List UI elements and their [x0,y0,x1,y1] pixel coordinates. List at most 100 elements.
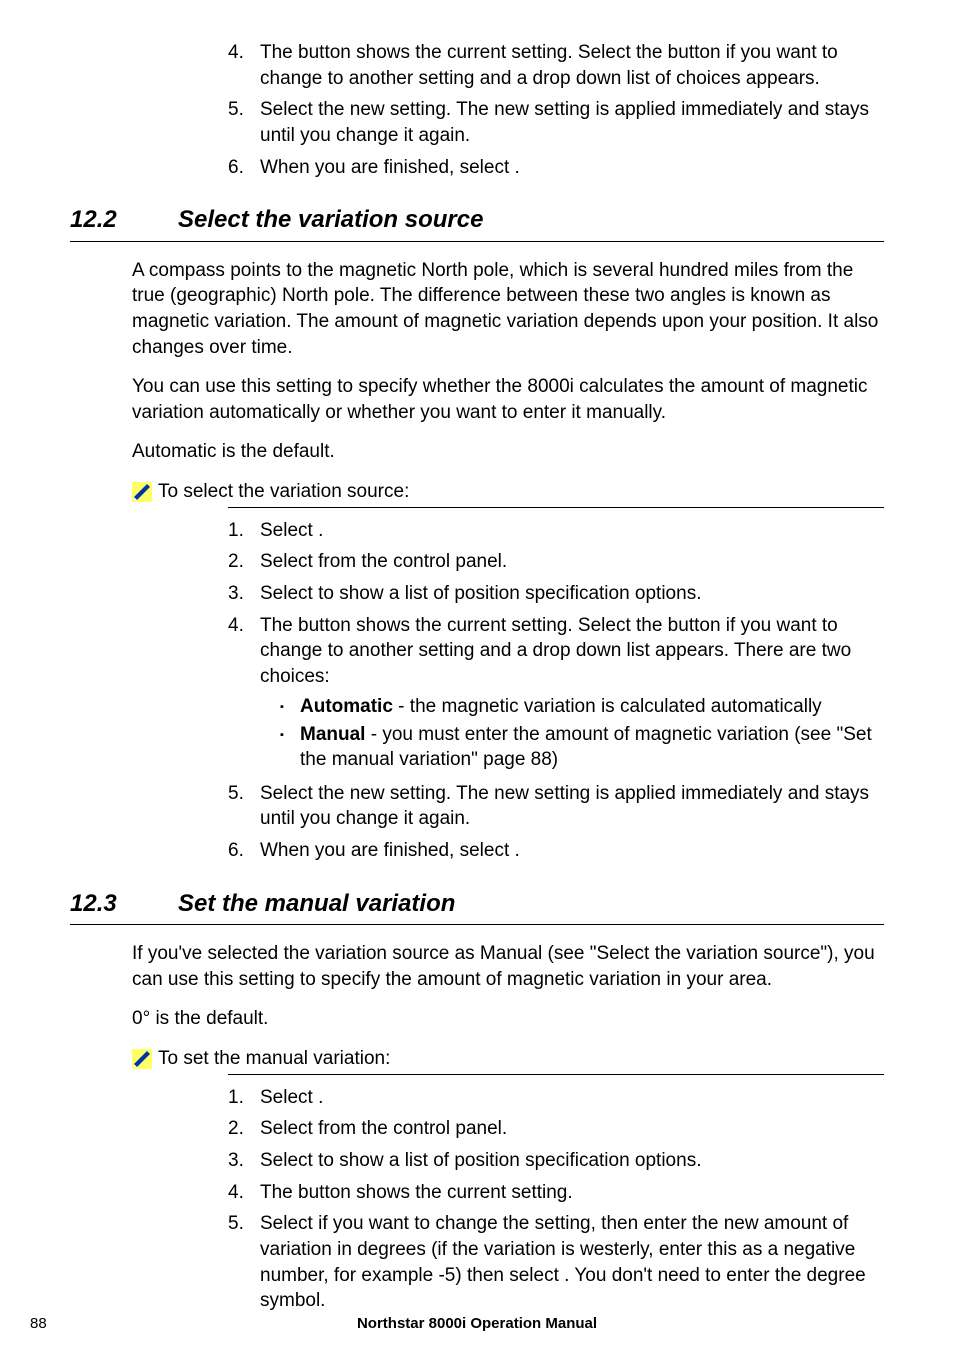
text-fragment: The [260,42,298,63]
sub-bullet-item: ▪ Manual - you must enter the amount of … [280,722,884,773]
list-item: 2. Select from the control panel. [228,549,884,575]
list-text: When you are finished, select . [260,838,884,864]
text-fragment: button shows the current setting. [298,1182,573,1203]
list-text: Select from the control panel. [260,549,884,575]
sub-bullet-item: ▪ Automatic - the magnetic variation is … [280,694,884,720]
list-item: 3. Select to show a list of position spe… [228,1148,884,1174]
procedure-label: To select the variation source: [158,479,409,505]
text-fragment: button shows the current setting. Select… [260,615,851,687]
list-item: 5. Select the new setting. The new setti… [228,97,884,148]
body-paragraph: Automatic is the default. [132,439,884,465]
bullet-mark: ▪ [280,694,300,720]
list-text: Select . [260,1085,884,1111]
list-item: 6. When you are finished, select . [228,838,884,864]
text-fragment: from the control panel. [318,551,507,572]
list-number: 3. [228,1148,260,1174]
section-number: 12.3 [70,888,178,920]
ordered-list: 1. Select . 2. Select from the control p… [228,1085,884,1314]
procedure-rule [228,1074,884,1075]
list-item: 1. Select . [228,518,884,544]
text-fragment: Select [260,1087,318,1108]
list-item: 6. When you are finished, select . [228,155,884,181]
text-fragment: . [318,1087,323,1108]
text-fragment: Select [260,1118,318,1139]
pencil-icon [132,1049,152,1069]
page-number: 88 [30,1314,47,1334]
procedure-rule [228,507,884,508]
sub-bullet-list: ▪ Automatic - the magnetic variation is … [260,694,884,773]
section-number: 12.2 [70,204,178,236]
ordered-list: 1. Select . 2. Select from the control p… [228,518,884,864]
list-number: 5. [228,1211,260,1314]
bullet-text: Manual - you must enter the amount of ma… [300,722,884,773]
body-paragraph: A compass points to the magnetic North p… [132,258,884,361]
procedure-label: To set the manual variation: [158,1046,390,1072]
list-text: The button shows the current setting. Se… [260,40,884,91]
list-item: 5. Select the new setting. The new setti… [228,781,884,832]
list-text: Select to show a list of position specif… [260,581,884,607]
list-number: 5. [228,781,260,832]
body-paragraph: 0° is the default. [132,1006,884,1032]
list-text: The button shows the current setting. [260,1180,884,1206]
page-footer: 88 Northstar 8000i Operation Manual [0,1314,954,1334]
text-fragment: button shows the current setting. Select… [260,42,838,89]
bold-term: Automatic [300,696,393,717]
text-fragment: The [260,1182,298,1203]
procedure-heading: To select the variation source: [132,479,884,505]
list-item: 3. Select to show a list of position spe… [228,581,884,607]
list-text: Select the new setting. The new setting … [260,97,884,148]
text-fragment: When you are finished, select [260,157,515,178]
text-fragment: Select [260,1213,318,1234]
text-fragment: When you are finished, select [260,840,515,861]
list-number: 4. [228,40,260,91]
list-item: 5. Select if you want to change the sett… [228,1211,884,1314]
list-number: 2. [228,1116,260,1142]
text-fragment: Select [260,1150,318,1171]
ordered-list-continuation: 4. The button shows the current setting.… [228,40,884,180]
list-number: 1. [228,1085,260,1111]
text-fragment: . [515,157,520,178]
list-number: 2. [228,549,260,575]
section-heading: 12.3 Set the manual variation [70,888,884,920]
procedure-heading: To set the manual variation: [132,1046,884,1072]
list-number: 1. [228,518,260,544]
text-fragment: Select [260,551,318,572]
list-number: 4. [228,613,260,775]
list-item: 4. The button shows the current setting.… [228,40,884,91]
list-text: The button shows the current setting. Se… [260,613,884,775]
section-rule [70,924,884,925]
text-fragment: . [515,840,520,861]
list-item: 4. The button shows the current setting. [228,1180,884,1206]
text-fragment: - the magnetic variation is calculated a… [393,696,822,717]
list-text: Select . [260,518,884,544]
bullet-mark: ▪ [280,722,300,773]
body-paragraph: You can use this setting to specify whet… [132,374,884,425]
text-fragment: to show a list of position specification… [318,583,701,604]
section-rule [70,241,884,242]
list-number: 5. [228,97,260,148]
list-text: When you are finished, select . [260,155,884,181]
list-text: Select the new setting. The new setting … [260,781,884,832]
footer-title: Northstar 8000i Operation Manual [357,1314,597,1334]
bold-term: Manual [300,724,365,745]
body-paragraph: If you've selected the variation source … [132,941,884,992]
text-fragment: to show a list of position specification… [318,1150,701,1171]
text-fragment: - you must enter the amount of magnetic … [300,724,872,771]
list-text: Select from the control panel. [260,1116,884,1142]
list-item: 4. The button shows the current setting.… [228,613,884,775]
text-fragment: Select [260,520,318,541]
section-title: Set the manual variation [178,888,455,920]
list-text: Select if you want to change the setting… [260,1211,884,1314]
text-fragment: from the control panel. [318,1118,507,1139]
section-heading: 12.2 Select the variation source [70,204,884,236]
list-text: Select to show a list of position specif… [260,1148,884,1174]
list-item: 1. Select . [228,1085,884,1111]
list-number: 3. [228,581,260,607]
bullet-text: Automatic - the magnetic variation is ca… [300,694,822,720]
pencil-icon [132,482,152,502]
text-fragment: The [260,615,298,636]
list-number: 6. [228,155,260,181]
list-item: 2. Select from the control panel. [228,1116,884,1142]
text-fragment: . [318,520,323,541]
text-fragment: Select [260,583,318,604]
